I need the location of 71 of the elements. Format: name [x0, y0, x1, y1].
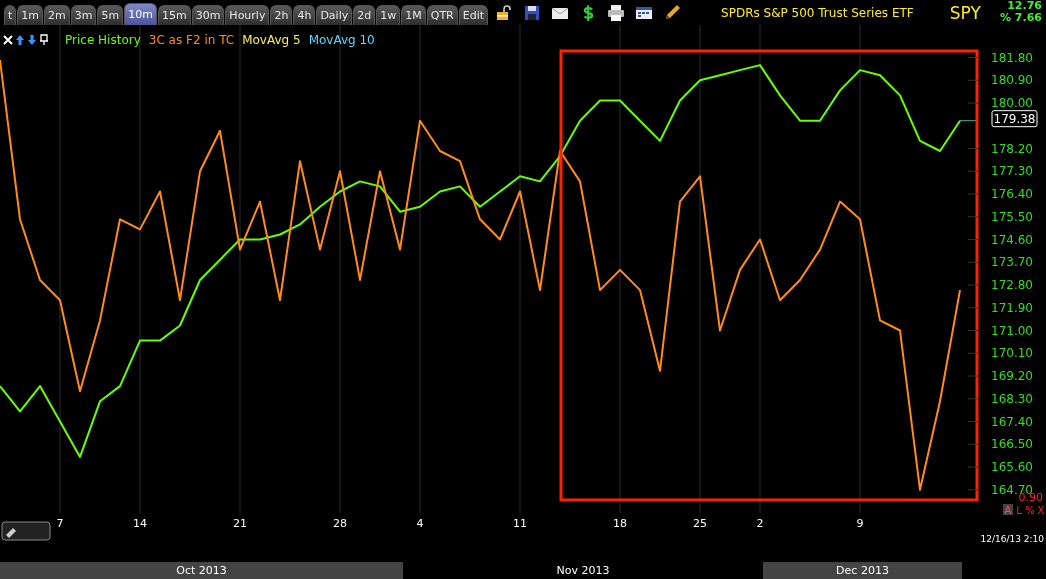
timestamp: 12/16/13 2:10: [980, 534, 1044, 544]
timeframe-tab[interactable]: Edit: [458, 5, 489, 25]
x-axis-label: 14: [133, 517, 147, 530]
x-axis-label: 9: [856, 517, 864, 530]
x-axis-label: 2: [756, 517, 764, 530]
timeframe-tab[interactable]: 5m: [97, 5, 124, 25]
y-axis-label: 180.00: [991, 96, 1033, 110]
timeframe-tab[interactable]: 10m: [124, 3, 157, 25]
timeframe-tab[interactable]: 2d: [353, 5, 376, 25]
month-label: Dec 2013: [763, 562, 962, 579]
flag-label: %: [1025, 504, 1035, 516]
legend-item: Price History: [65, 33, 141, 47]
legend-item: MovAvg 5: [242, 33, 301, 47]
y-axis-label: 171.00: [991, 323, 1033, 338]
flag-badge: A: [1003, 504, 1013, 516]
y-axis-label: 171.90: [991, 300, 1033, 315]
x-axis-label: 18: [613, 517, 627, 530]
y-axis-label: 181.80: [991, 50, 1033, 65]
pencil-icon[interactable]: [663, 3, 682, 22]
timeframe-tab[interactable]: 3m: [70, 5, 97, 25]
x-axis-label: 7: [56, 517, 64, 530]
save-icon[interactable]: [523, 3, 542, 22]
scroll-handle[interactable]: [1, 521, 51, 541]
y-axis-label: 180.90: [991, 73, 1033, 88]
timeframe-tab[interactable]: QTR: [426, 5, 458, 25]
x-axis-label: 21: [233, 517, 247, 530]
y-axis-label: 167.40: [991, 414, 1033, 429]
timeframe-tab[interactable]: t: [4, 5, 17, 25]
y-axis-label: 178.20: [991, 141, 1033, 156]
flag-label: L: [1016, 504, 1022, 516]
printer-icon[interactable]: [607, 3, 626, 22]
y-axis-label: 173.70: [991, 255, 1033, 270]
change-value: 12.76: [1007, 0, 1042, 12]
y-axis-label: 176.40: [991, 187, 1033, 201]
y-axis-label: 165.60: [991, 460, 1033, 475]
pin-icon[interactable]: [39, 34, 49, 46]
timeframe-tab[interactable]: 2m: [44, 5, 70, 25]
y-axis-label: 175.50: [991, 209, 1033, 224]
flag-label: X: [1037, 504, 1045, 516]
change-percent: % 7.66: [1000, 12, 1042, 24]
timeframe-tab[interactable]: 1w: [376, 5, 401, 25]
security-title: SPDRs S&P 500 Trust Series ETF: [721, 5, 914, 20]
y-axis-label: 177.30: [991, 164, 1033, 179]
up-arrow-icon[interactable]: [15, 34, 25, 46]
month-label: Nov 2013: [555, 563, 611, 579]
timeframe-tab[interactable]: 30m: [191, 5, 225, 25]
timeframe-tab[interactable]: 15m: [157, 5, 191, 25]
x-axis-label: 11: [513, 517, 527, 530]
timeframe-tab[interactable]: 1M: [401, 5, 426, 25]
x-axis-label: 28: [333, 517, 347, 530]
y-axis-label: 170.10: [991, 346, 1033, 361]
y-axis-label: 166.50: [991, 437, 1033, 452]
x-axis-label: 4: [416, 517, 424, 530]
down-arrow-icon[interactable]: [27, 34, 37, 46]
y-axis-label: 174.60: [991, 232, 1033, 247]
y-axis-label: 169.20: [991, 369, 1033, 384]
last-price-label: 179.38: [991, 110, 1038, 128]
legend-item: MovAvg 10: [308, 33, 375, 47]
timeframe-tab[interactable]: 2h: [270, 5, 293, 25]
close-icon[interactable]: [3, 34, 13, 46]
timeframe-tab[interactable]: 1m: [17, 5, 44, 25]
y-axis-label: 168.30: [991, 391, 1033, 406]
timeframe-tab[interactable]: 4h: [293, 5, 316, 25]
legend-item: 3C as F2 in TC: [148, 33, 235, 47]
x-axis-label: 25: [693, 517, 707, 530]
ticker-symbol: SPY: [949, 2, 981, 23]
lock-icon[interactable]: [495, 3, 514, 22]
month-label: Oct 2013: [0, 562, 403, 579]
timeframe-tab[interactable]: Daily: [316, 5, 353, 25]
y-axis-label: 172.80: [991, 278, 1033, 293]
timeframe-tab[interactable]: Hourly: [225, 5, 270, 25]
